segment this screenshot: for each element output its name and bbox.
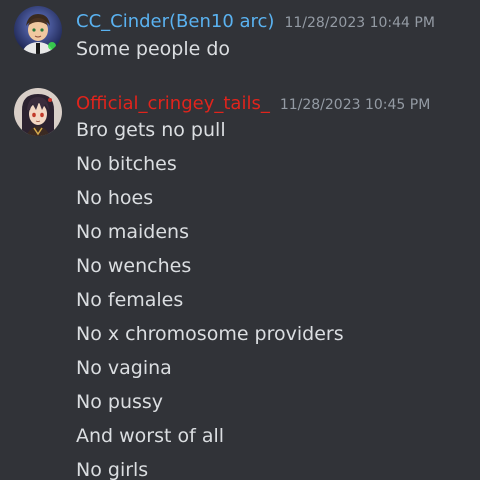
message-text: And worst of all xyxy=(76,425,225,447)
timestamp: 11/28/2023 10:44 PM xyxy=(284,15,435,31)
message-text: No x chromosome providers xyxy=(76,323,344,345)
message-header: CC_Cinder(Ben10 arc) 11/28/2023 10:44 PM xyxy=(76,11,435,32)
message-text: No girls xyxy=(76,459,149,480)
message-header: Official_cringey_tails_ 11/28/2023 10:45… xyxy=(76,93,430,114)
username[interactable]: CC_Cinder(Ben10 arc) xyxy=(76,11,274,32)
avatar[interactable] xyxy=(14,6,62,54)
message-text: No pussy xyxy=(76,391,164,413)
message-text: No females xyxy=(76,289,184,311)
username[interactable]: Official_cringey_tails_ xyxy=(76,93,270,114)
message-text: Bro gets no pull xyxy=(76,119,226,141)
avatar[interactable] xyxy=(14,88,62,136)
message-text: No maidens xyxy=(76,221,189,243)
ben10-character-avatar-icon xyxy=(14,6,62,54)
timestamp: 11/28/2023 10:45 PM xyxy=(279,97,431,113)
anime-character-avatar-icon xyxy=(14,88,62,136)
chat-messages: CC_Cinder(Ben10 arc) 11/28/2023 10:44 PM… xyxy=(0,0,480,480)
message-text: No wenches xyxy=(76,255,192,277)
message-text: No hoes xyxy=(76,187,154,209)
message-text: No bitches xyxy=(76,153,177,175)
message-text: Some people do xyxy=(76,38,231,60)
message-text: No vagina xyxy=(76,357,172,379)
